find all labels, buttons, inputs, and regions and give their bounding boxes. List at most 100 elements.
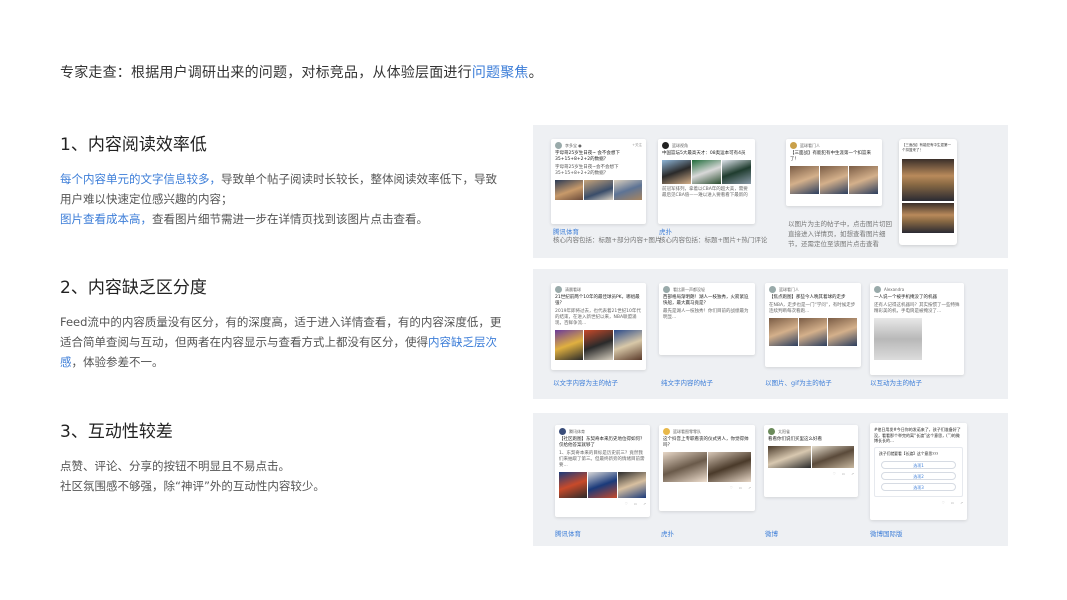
- section-title: 1、内容阅读效率低: [60, 135, 207, 155]
- author-name: 李多宝 ●: [565, 142, 582, 148]
- post-title: #他日用发#今日你的发诺来了，孩子们准备好了没，看看那个举完的离“长渡”这个意思…: [874, 427, 961, 443]
- post-excerpt: 1、东契奇本来的目标是历史前三？竟然我们来抽取了第三。但最终新旁的情绪目前需要.…: [559, 451, 645, 468]
- feed-card-pure-text: 看比赛一声都没轻 西部格局渐明朗！湖人一枝独秀，火箭紧迫快船，最大赢马竟是？ 最…: [659, 283, 755, 355]
- panel-reading-examples: 李多宝 ● +关注 字母哥25岁生日夜~ 会不会想下35+15+8+2+2的数据？…: [533, 125, 1008, 258]
- feed-card-tencent: 李多宝 ● +关注 字母哥25岁生日夜~ 会不会想下35+15+8+2+2的数据？…: [551, 139, 646, 224]
- caption-desc: 核心内容包括：标题+部分内容+图片: [553, 236, 662, 244]
- post-title: 【社区跑图】东契奇本来历史地位得如何？仅给他答案就够了: [559, 437, 645, 448]
- post-title: 这个抖音上专职看丧的仪式男人，你觉得帅吗？: [663, 437, 749, 448]
- body-text: 社区氛围感不够强，除“神评”外的互动性内容较少。: [60, 479, 325, 493]
- post-images: [769, 318, 858, 346]
- author-name: Alexandra: [884, 287, 905, 292]
- author-name: 篮球看门人: [779, 286, 799, 292]
- comment-icon[interactable]: ▭: [842, 472, 845, 476]
- share-icon[interactable]: ↗: [748, 486, 751, 490]
- caption-label: 微博: [765, 530, 778, 538]
- post-excerpt: 还有人记得这机器吗？其实按惯了一些特殊精彩美的机，手电筒是被掩没了...: [874, 303, 960, 314]
- post-title: 【三面战】有能犯有中生涯第一个扣篮来了！: [790, 151, 871, 162]
- panel-differentiation-examples: 清晨看球 21世纪前两个10年的最佳球员PK，哪组最强？ 2019年即将过去，也…: [533, 269, 1008, 399]
- post-title: 看看你们说们买里这么好看: [768, 437, 822, 442]
- author-name: 腾讯体育: [569, 428, 585, 434]
- vote-box: 孩子们就要看【长渡】这个意思??? 选项1 选项2 选项3: [874, 446, 963, 497]
- like-icon[interactable]: ♡: [942, 501, 945, 505]
- intro-text: 专家走查：根据用户调研出来的问题，对标竞品，从体验层面进行: [60, 65, 472, 81]
- post-excerpt: 最先是湖人一枝独秀！你们目前的战绩最为明显...: [663, 309, 749, 320]
- feed-card-interactive-post: Alexandra 一人说一个被手机掩没了的机器 还有人记得这机器吗？其实按惯了…: [870, 283, 964, 375]
- section-body: 点赞、评论、分享的按钮不明显且不易点击。 社区氛围感不够强，除“神评”外的互动性…: [60, 456, 515, 496]
- highlight-text: 内容缺乏层次: [428, 335, 497, 349]
- post-excerpt: 字母哥25岁生日夜~会不会想下35+15+8+2+2的数据？: [555, 165, 619, 176]
- post-images: [662, 160, 751, 184]
- author-name: 清晨看球: [565, 286, 581, 292]
- caption-desc: 以图片为主的帖子中，点击图片切回直接进入详情页，如想查看图片细节，还需定位至该图…: [788, 220, 892, 248]
- post-images: [790, 166, 879, 194]
- vote-option[interactable]: 选项3: [881, 482, 956, 491]
- share-icon[interactable]: ↗: [960, 501, 963, 505]
- feed-card-hupu: 篮球视角 中国篮坛5大最高天才：08奥运本可有4员 前冠军排列，拿着以CBA年的…: [658, 139, 755, 224]
- action-bar: ♡ ▭ ↗: [870, 499, 967, 507]
- section-reading-efficiency: 1、内容阅读效率低 每个内容单元的文字信息较多，导致单个帖子阅读时长较长，整体阅…: [60, 130, 515, 229]
- section-title: 3、互动性较差: [60, 422, 173, 442]
- comment-icon[interactable]: ▭: [951, 501, 954, 505]
- panel-interaction-examples: 腾讯体育 【社区跑图】东契奇本来历史地位得如何？仅给他答案就够了 1、东契奇本来…: [533, 413, 1008, 546]
- post-title: 21世纪前两个10年的最佳球员PK，哪组最强？: [555, 295, 640, 306]
- author-name: 看比赛一声都没轻: [673, 286, 705, 292]
- like-icon[interactable]: ♡: [833, 472, 836, 476]
- share-icon[interactable]: ↗: [851, 472, 854, 476]
- section-interactivity: 3、互动性较差 点赞、评论、分享的按钮不明显且不易点击。 社区氛围感不够强，除“…: [60, 417, 515, 496]
- feed-card-image-post: 篮球看门人 【三面战】有能犯有中生涯第一个扣篮来了！: [786, 139, 882, 206]
- feed-card-hupu: 篮球看图零零队 这个抖音上专职看丧的仪式男人，你觉得帅吗？ ♡ ▭ ↗: [659, 425, 755, 511]
- highlight-text: 感: [60, 355, 72, 369]
- avatar: [555, 286, 562, 293]
- feed-card-weibo: 太阳雀 看看你们说们买里这么好看 ♡ ▭ ↗: [764, 425, 858, 497]
- avatar: [874, 286, 881, 293]
- like-icon[interactable]: ♡: [625, 502, 628, 506]
- intro-line: 专家走查：根据用户调研出来的问题，对标竞品，从体验层面进行问题聚焦。: [60, 62, 543, 82]
- phone-detail-view: 【三面战】有能犯有中生涯第一个扣篮来了！: [899, 139, 957, 245]
- avatar: [662, 142, 669, 149]
- avatar: [663, 286, 670, 293]
- post-title: 【焦点跑图】那些今人晚其着球的走步: [769, 295, 846, 300]
- post-images: [555, 330, 642, 360]
- post-image: [874, 318, 922, 360]
- avatar: [768, 428, 775, 435]
- author-name: 篮球看门人: [800, 142, 820, 148]
- avatar: [559, 428, 566, 435]
- intro-highlight: 问题聚焦: [471, 65, 529, 81]
- vote-option[interactable]: 选项1: [881, 460, 956, 469]
- section-title: 2、内容缺乏区分度: [60, 278, 207, 298]
- body-text: Feed流中的内容质量没有区分，有的深度高，适于进入详情查看，有的内容深度低，更: [60, 315, 502, 329]
- comment-icon[interactable]: ▭: [739, 486, 742, 490]
- caption-label: 腾讯体育: [555, 530, 581, 538]
- caption-label: 纯文字内容的帖子: [661, 379, 713, 387]
- follow-button[interactable]: +关注: [632, 143, 642, 148]
- action-bar: ♡ ▭ ↗: [764, 470, 858, 478]
- section-content-differentiation: 2、内容缺乏区分度 Feed流中的内容质量没有区分，有的深度高，适于进入详情查看…: [60, 273, 515, 372]
- feed-card-tencent: 腾讯体育 【社区跑图】东契奇本来历史地位得如何？仅给他答案就够了 1、东契奇本来…: [555, 425, 650, 517]
- highlight-text: 图片查看成本高，: [60, 212, 152, 226]
- comment-icon[interactable]: ▭: [634, 502, 637, 506]
- like-icon[interactable]: ♡: [730, 486, 733, 490]
- vote-option[interactable]: 选项2: [881, 471, 956, 480]
- caption-label: 以文字内容为主的帖子: [553, 379, 618, 387]
- share-icon[interactable]: ↗: [643, 502, 646, 506]
- post-images: [768, 446, 854, 468]
- post-title: 一人说一个被手机掩没了的机器: [874, 295, 937, 300]
- body-text: 适合简单查阅与互动，但两者在内容显示与查看方式上都没有区分，使得: [60, 335, 428, 349]
- avatar: [555, 142, 562, 149]
- author-name: 太阳雀: [778, 428, 790, 434]
- avatar: [790, 142, 797, 149]
- vote-title: 孩子们就要看【长渡】这个意思???: [879, 450, 939, 456]
- body-text: ，体验参差不一。: [71, 355, 164, 369]
- post-title: 中国篮坛5大最高天才：08奥运本可有4员: [662, 151, 746, 156]
- post-title: 字母哥25岁生日夜~ 会不会想下35+15+8+2+2的数据？: [555, 151, 620, 162]
- action-bar: ♡ ▭ ↗: [659, 484, 755, 492]
- avatar: [769, 286, 776, 293]
- section-body: 每个内容单元的文字信息较多，导致单个帖子阅读时长较长，整体阅读效率低下，导致 用…: [60, 169, 515, 229]
- intro-end: 。: [528, 65, 543, 81]
- section-body: Feed流中的内容质量没有区分，有的深度高，适于进入详情查看，有的内容深度低，更…: [60, 312, 515, 372]
- body-text: 查看图片细节需进一步在详情页找到该图片点击查看。: [152, 212, 428, 226]
- author-name: 篮球看图零零队: [673, 428, 701, 434]
- feed-card-text-post: 清晨看球 21世纪前两个10年的最佳球员PK，哪组最强？ 2019年即将过去，也…: [551, 283, 646, 370]
- avatar: [663, 428, 670, 435]
